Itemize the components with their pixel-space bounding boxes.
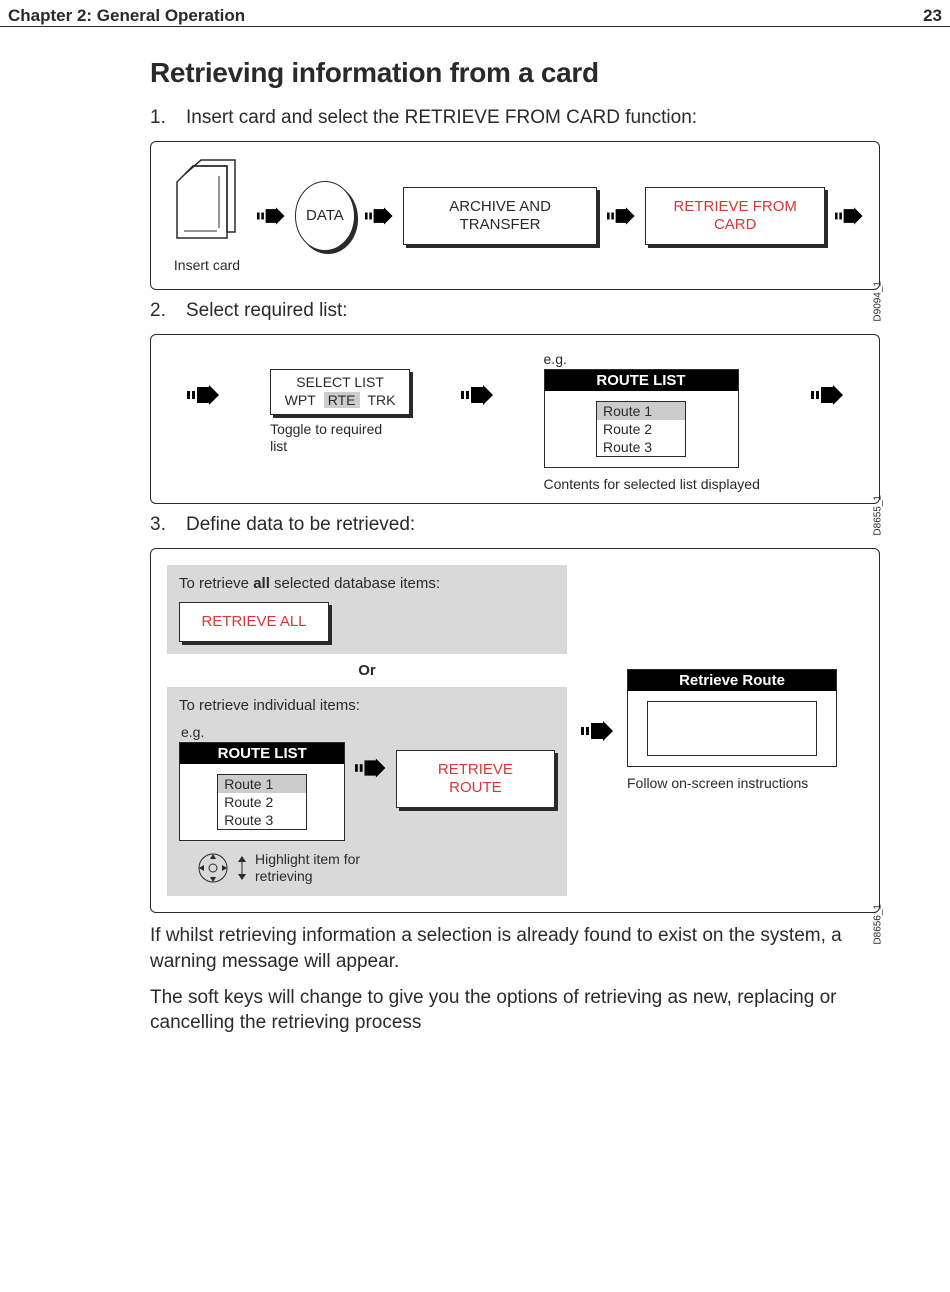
step-text: Insert card and select the RETRIEVE FROM… <box>186 107 697 129</box>
data-button[interactable]: DATA <box>295 181 356 251</box>
toggle-caption: Toggle to required list <box>270 421 400 455</box>
route-list-screen: ROUTE LIST Route 1 Route 2 Route 3 <box>179 742 345 841</box>
arrow-icon <box>811 385 843 405</box>
retrieve-all-label: To retrieve all selected database items: <box>179 575 555 592</box>
arrow-icon <box>187 385 219 405</box>
step-number: 1. <box>150 107 170 129</box>
section-title: Retrieving information from a card <box>150 57 880 89</box>
list-item[interactable]: Route 2 <box>218 793 306 811</box>
tab-trk[interactable]: TRK <box>364 392 400 408</box>
list-item[interactable]: Route 2 <box>597 420 685 438</box>
retrieve-route-title: Retrieve Route <box>628 670 836 691</box>
figure-ref: D9094_1 <box>873 281 884 322</box>
arrow-icon <box>461 385 493 405</box>
step-number: 2. <box>150 300 170 322</box>
select-list-button[interactable]: SELECT LIST WPT RTE TRK <box>270 369 410 415</box>
step-3: 3. Define data to be retrieved: <box>150 514 880 536</box>
individual-label: To retrieve individual items: <box>179 697 555 714</box>
chapter-title: Chapter 2: General Operation <box>8 6 245 26</box>
step-1: 1. Insert card and select the RETRIEVE F… <box>150 107 880 129</box>
panel-2: SELECT LIST WPT RTE TRK Toggle to requir… <box>150 334 880 504</box>
follow-caption: Follow on-screen instructions <box>627 775 808 792</box>
body-paragraph: The soft keys will change to give you th… <box>150 985 880 1036</box>
route-list: Route 1 Route 2 Route 3 <box>596 401 686 457</box>
arrow-icon <box>835 206 863 226</box>
figure-ref: D8655_1 <box>873 495 884 536</box>
route-list-title: ROUTE LIST <box>180 743 344 764</box>
step-text: Define data to be retrieved: <box>186 514 415 536</box>
step-number: 3. <box>150 514 170 536</box>
retrieve-route-screen: Retrieve Route <box>627 669 837 767</box>
arrow-icon <box>581 721 613 741</box>
arrow-icon <box>355 758 385 778</box>
retrieve-route-button[interactable]: RETRIEVE ROUTE <box>396 750 555 808</box>
retrieve-all-button[interactable]: RETRIEVE ALL <box>179 602 329 642</box>
dpad-icon <box>197 852 229 884</box>
list-item[interactable]: Route 1 <box>218 775 306 793</box>
contents-caption: Contents for selected list displayed <box>544 476 760 493</box>
retrieve-individual-block: To retrieve individual items: e.g. ROUTE… <box>167 687 567 897</box>
arrow-icon <box>257 206 285 226</box>
step-text: Select required list: <box>186 300 348 322</box>
empty-box <box>647 701 817 756</box>
panel-1: Insert card DATA ARCHIVE AND TRANSFER RE… <box>150 141 880 290</box>
highlight-caption: Highlight item for retrieving <box>255 851 395 885</box>
step-2: 2. Select required list: <box>150 300 880 322</box>
route-list: Route 1 Route 2 Route 3 <box>217 774 307 830</box>
eg-label: e.g. <box>544 351 567 367</box>
page-number: 23 <box>923 6 942 26</box>
or-label: Or <box>167 654 567 687</box>
route-list-screen: ROUTE LIST Route 1 Route 2 Route 3 <box>544 369 739 468</box>
arrow-icon <box>365 206 393 226</box>
arrow-icon <box>607 206 635 226</box>
panel-3: To retrieve all selected database items:… <box>150 548 880 914</box>
archive-transfer-button[interactable]: ARCHIVE AND TRANSFER <box>403 187 598 245</box>
eg-label: e.g. <box>181 724 555 740</box>
retrieve-all-block: To retrieve all selected database items:… <box>167 565 567 654</box>
retrieve-from-card-button[interactable]: RETRIEVE FROM CARD <box>645 187 825 245</box>
tab-rte[interactable]: RTE <box>324 392 360 408</box>
page-header: Chapter 2: General Operation 23 <box>0 0 950 27</box>
select-list-title: SELECT LIST <box>279 374 401 390</box>
list-item[interactable]: Route 1 <box>597 402 685 420</box>
insert-card-label: Insert card <box>174 257 240 273</box>
figure-ref: D8656_1 <box>873 904 884 945</box>
route-list-title: ROUTE LIST <box>545 370 738 391</box>
list-item[interactable]: Route 3 <box>597 438 685 456</box>
tab-wpt[interactable]: WPT <box>281 392 320 408</box>
body-paragraph: If whilst retrieving information a selec… <box>150 923 880 974</box>
list-item[interactable]: Route 3 <box>218 811 306 829</box>
updown-arrow-icon <box>237 856 247 880</box>
card-icon <box>167 158 247 253</box>
